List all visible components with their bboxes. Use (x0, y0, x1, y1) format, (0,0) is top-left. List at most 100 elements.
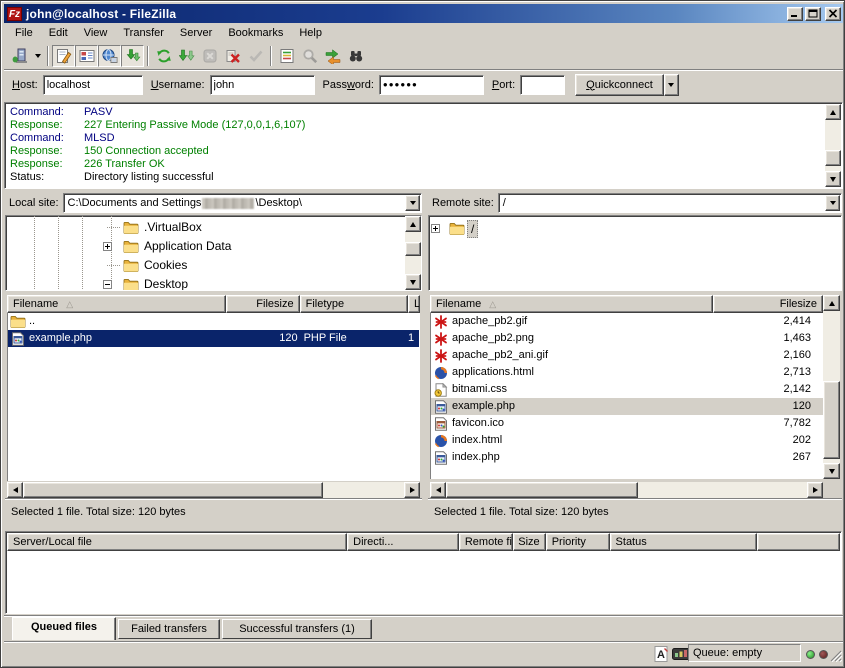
scroll-thumb[interactable] (23, 482, 323, 498)
disconnect-button[interactable] (221, 45, 244, 67)
scroll-thumb[interactable] (446, 482, 638, 498)
file-row[interactable]: index.php267 (431, 449, 823, 466)
scroll-down-button[interactable] (405, 274, 421, 290)
tab-successful-transfers-1-[interactable]: Successful transfers (1) (222, 619, 372, 639)
remote-file-list[interactable]: apache_pb2.gif2,414apache_pb2.png1,463ap… (430, 313, 823, 479)
site-manager-dropdown-button[interactable] (31, 45, 44, 67)
local-hscrollbar[interactable] (7, 482, 420, 498)
scroll-left-button[interactable] (7, 482, 23, 498)
scroll-thumb[interactable] (825, 150, 841, 166)
menu-file[interactable]: File (7, 25, 41, 41)
scroll-left-button[interactable] (430, 482, 446, 498)
file-row[interactable]: .. (8, 313, 419, 330)
menu-edit[interactable]: Edit (41, 25, 76, 41)
port-input[interactable] (520, 75, 565, 95)
minimize-button[interactable] (787, 7, 803, 21)
scroll-right-button[interactable] (807, 482, 823, 498)
queue-column-blank[interactable] (757, 533, 840, 551)
queue-column-size[interactable]: Size (513, 533, 546, 551)
tree-item[interactable]: / (429, 219, 841, 238)
remote-vscrollbar[interactable] (823, 295, 840, 479)
directory-comparison-button[interactable] (321, 45, 344, 67)
local-file-list[interactable]: ..example.php120PHP File1 (7, 313, 420, 481)
file-row[interactable]: bitnami.css2,142 (431, 381, 823, 398)
column-header-l[interactable]: L (408, 295, 420, 313)
column-header-filesize[interactable]: Filesize (226, 295, 300, 313)
tree-item-label[interactable]: Desktop (141, 276, 191, 291)
tree-item-label[interactable]: .VirtualBox (141, 219, 205, 235)
scroll-up-button[interactable] (825, 104, 841, 120)
refresh-button[interactable] (152, 45, 175, 67)
toggle-message-log-button[interactable] (52, 45, 75, 67)
username-input[interactable] (210, 75, 315, 95)
toggle-transfer-queue-button[interactable] (121, 45, 144, 67)
scroll-right-button[interactable] (404, 482, 420, 498)
combo-dropdown-button[interactable] (825, 195, 840, 211)
close-button[interactable] (825, 7, 841, 21)
scroll-down-button[interactable] (823, 463, 840, 479)
tab-failed-transfers[interactable]: Failed transfers (118, 619, 220, 639)
toggle-local-tree-button[interactable] (75, 45, 98, 67)
local-directory-tree[interactable]: .VirtualBox Application Data Cookies Deskto… (5, 215, 422, 291)
tree-item-label[interactable]: Application Data (141, 238, 234, 254)
expand-icon[interactable] (103, 242, 112, 251)
queue-column-priority[interactable]: Priority (546, 533, 610, 551)
queue-column-remote-file[interactable]: Remote file (459, 533, 513, 551)
remote-directory-tree[interactable]: / (428, 215, 842, 291)
filter-button[interactable] (275, 45, 298, 67)
column-header-filetype[interactable]: Filetype (300, 295, 408, 313)
scroll-down-button[interactable] (825, 171, 841, 187)
tab-queued-files[interactable]: Queued files (12, 617, 116, 640)
queue-column-directi-[interactable]: Directi... (347, 533, 459, 551)
combo-dropdown-button[interactable] (405, 195, 420, 211)
password-input[interactable] (379, 75, 484, 95)
column-header-filename[interactable]: Filename△ (430, 295, 713, 313)
quickconnect-dropdown-button[interactable] (664, 74, 679, 96)
menu-help[interactable]: Help (291, 25, 330, 41)
process-queue-button[interactable] (175, 45, 198, 67)
queue-column-server-local-file[interactable]: Server/Local file (7, 533, 347, 551)
remote-hscrollbar[interactable] (430, 482, 823, 498)
menu-bookmarks[interactable]: Bookmarks (220, 25, 291, 41)
file-row[interactable]: apache_pb2_ani.gif2,160 (431, 347, 823, 364)
file-row[interactable]: apache_pb2.gif2,414 (431, 313, 823, 330)
local-path-combobox[interactable]: C:\Documents and Settings\Desktop\ (63, 193, 422, 213)
cancel-operation-button[interactable] (198, 45, 221, 67)
file-row[interactable]: apache_pb2.png1,463 (431, 330, 823, 347)
file-row[interactable]: applications.html2,713 (431, 364, 823, 381)
maximize-button[interactable] (805, 7, 821, 21)
tree-item-label[interactable]: / (467, 220, 478, 238)
column-header-filename[interactable]: Filename△ (7, 295, 226, 313)
file-search-button[interactable] (298, 45, 321, 67)
menu-server[interactable]: Server (172, 25, 220, 41)
menu-view[interactable]: View (76, 25, 116, 41)
scroll-up-button[interactable] (823, 295, 840, 311)
file-row[interactable]: example.php120PHP File1 (8, 330, 419, 347)
menu-transfer[interactable]: Transfer (115, 25, 172, 41)
tree-item[interactable]: Application Data (6, 237, 421, 256)
synchronized-browsing-button[interactable] (344, 45, 367, 67)
message-log[interactable]: Command:PASVResponse:227 Entering Passiv… (4, 102, 843, 189)
toggle-remote-tree-button[interactable] (98, 45, 121, 67)
tree-item[interactable]: Cookies (6, 256, 421, 275)
file-row[interactable]: favicon.ico7,782 (431, 415, 823, 432)
tree-item-label[interactable]: Cookies (141, 257, 190, 273)
collapse-icon[interactable] (103, 280, 112, 289)
reconnect-button[interactable] (244, 45, 267, 67)
log-scrollbar[interactable] (825, 104, 841, 187)
transfer-queue[interactable]: Server/Local fileDirecti...Remote fileSi… (5, 531, 842, 614)
expand-icon[interactable] (431, 224, 440, 233)
local-tree-scrollbar[interactable] (405, 216, 421, 290)
tree-item[interactable]: .VirtualBox (6, 218, 421, 237)
scroll-thumb[interactable] (823, 381, 840, 459)
remote-path-combobox[interactable]: / (498, 193, 842, 213)
column-header-filesize[interactable]: Filesize (713, 295, 823, 313)
host-input[interactable] (43, 75, 143, 95)
file-row[interactable]: index.html202 (431, 432, 823, 449)
queue-column-status[interactable]: Status (610, 533, 758, 551)
scroll-up-button[interactable] (405, 216, 421, 232)
quickconnect-button[interactable]: Quickconnect (575, 74, 664, 96)
resize-grip[interactable] (828, 648, 842, 665)
site-manager-button[interactable] (8, 45, 31, 67)
scroll-thumb[interactable] (405, 242, 421, 256)
